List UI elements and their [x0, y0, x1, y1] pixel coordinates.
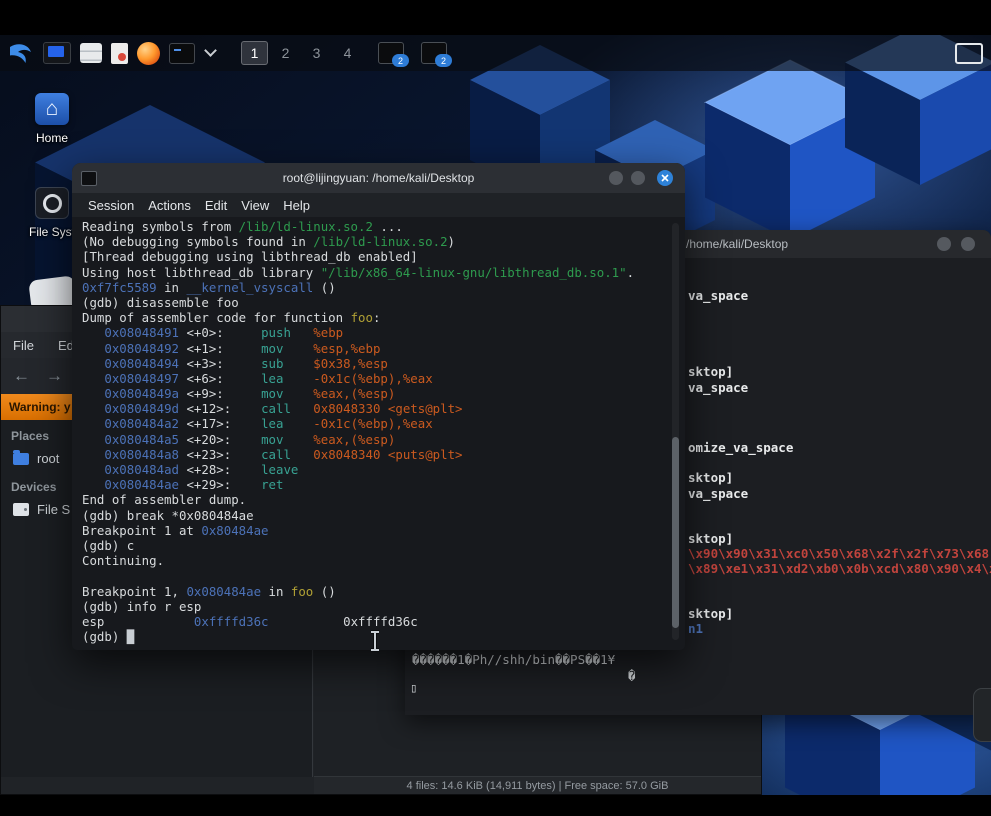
- terminal-line: 0x080484ae <+29>: ret: [104, 477, 284, 493]
- close-icon: [661, 174, 669, 182]
- window-count-badge: 2: [392, 54, 409, 67]
- terminal-line: 0xf7fc5589 in __kernel_vsyscall (): [82, 279, 336, 295]
- kali-menu-button[interactable]: [8, 40, 34, 66]
- terminal-line: Breakpoint 1 at 0x80484ae: [82, 522, 269, 538]
- forward-arrow-icon[interactable]: →: [46, 366, 63, 386]
- taskbar-terminal-group-2[interactable]: 2: [421, 42, 452, 67]
- terminal-line: (gdb) c: [82, 537, 135, 553]
- panel-hide-handle[interactable]: [973, 688, 991, 742]
- menu-edit[interactable]: Edit: [205, 198, 227, 213]
- terminal-app-icon: [81, 171, 97, 186]
- terminal-line: End of assembler dump.: [82, 492, 247, 508]
- show-desktop-icon[interactable]: [43, 42, 71, 64]
- file-system-icon: [35, 187, 69, 219]
- terminal-line: 0x08048492 <+1>: mov %esp,%ebp: [104, 340, 381, 356]
- maximize-button[interactable]: [631, 171, 645, 185]
- close-button[interactable]: [657, 170, 673, 186]
- terminal-line: (No debugging symbols found in /lib/ld-l…: [82, 234, 456, 250]
- taskbar-terminal-group-1[interactable]: 2: [378, 42, 409, 67]
- drive-icon: [13, 503, 29, 516]
- terminal-line: Dump of assembler code for function foo:: [82, 310, 381, 326]
- terminal-line: 0x08048494 <+3>: sub $0x38,%esp: [104, 355, 388, 371]
- minimize-button[interactable]: [609, 171, 623, 185]
- terminal-line: (gdb) info r esp: [82, 598, 202, 614]
- home-icon: ⌂: [35, 93, 69, 125]
- bottom-black-bar: [0, 795, 991, 816]
- scrollbar-thumb[interactable]: [672, 437, 679, 628]
- terminal-line: (gdb) break *0x080484ae: [82, 507, 254, 523]
- back-terminal-fragment: va_space: [688, 486, 749, 501]
- back-terminal-fragment: n1: [688, 621, 704, 636]
- terminal-line: esp 0xffffd36c 0xffffd36c: [82, 613, 418, 629]
- terminal-titlebar[interactable]: root@lijingyuan: /home/kali/Desktop: [72, 163, 685, 193]
- desktop: ⌂ Home File Syst File Edit ← → Warning: …: [0, 35, 991, 795]
- terminal-output[interactable]: Reading symbols from /lib/ld-linux.so.2 …: [82, 219, 669, 646]
- file-manager-statusbar: 4 files: 14.6 KiB (14,911 bytes) | Free …: [314, 776, 761, 794]
- back-terminal-fragment: sktop]: [688, 364, 734, 379]
- taskbar: 1234 2 2: [0, 35, 991, 71]
- kali-logo-icon: [10, 44, 31, 63]
- terminal-line: Reading symbols from /lib/ld-linux.so.2 …: [82, 219, 403, 234]
- terminal-line: (gdb) disassemble foo: [82, 294, 239, 310]
- desktop-icon-home[interactable]: ⌂ Home: [16, 93, 88, 145]
- terminal-window[interactable]: root@lijingyuan: /home/kali/Desktop Sess…: [72, 163, 685, 650]
- terminal-line: Continuing.: [82, 553, 165, 569]
- workspace-pager: 1234: [241, 41, 361, 65]
- top-black-bar: [0, 0, 991, 35]
- back-terminal-fragment: \x89\xe1\x31\xd2\xb0\x0b\xcd\x80\x90\x4\…: [688, 561, 991, 576]
- menu-help[interactable]: Help: [283, 198, 310, 213]
- desktop-icon-home-label: Home: [35, 131, 68, 145]
- terminal-title: root@lijingyuan: /home/kali/Desktop: [282, 171, 475, 185]
- back-arrow-icon[interactable]: ←: [13, 366, 30, 386]
- back-terminal-fragment: va_space: [688, 288, 749, 303]
- terminal-line: 0x080484a2 <+17>: lea -0x1c(%ebp),%eax: [104, 416, 433, 432]
- back-terminal-fragment: \x90\x90\x31\xc0\x50\x68\x2f\x2f\x73\x68: [688, 546, 990, 561]
- menu-session[interactable]: Session: [88, 198, 134, 213]
- workspace-3[interactable]: 3: [303, 41, 330, 65]
- terminal-line: 0x08048497 <+6>: lea -0x1c(%ebp),%eax: [104, 370, 433, 386]
- terminal-line: 0x080484ad <+28>: leave: [104, 462, 299, 477]
- screen: ⌂ Home File Syst File Edit ← → Warning: …: [0, 0, 991, 816]
- back-terminal-fragment: sktop]: [688, 531, 734, 546]
- text-editor-launcher-icon[interactable]: [111, 42, 128, 64]
- terminal-launcher-icon[interactable]: [169, 42, 195, 64]
- terminal-line: [Thread debugging using libthread_db ena…: [82, 249, 418, 265]
- terminal-line: Breakpoint 1, 0x080484ae in foo (): [82, 583, 336, 599]
- workspace-1[interactable]: 1: [241, 41, 268, 65]
- workspace-4[interactable]: 4: [334, 41, 361, 65]
- mouse-cursor-ibeam: [368, 630, 382, 657]
- terminal-line: 0x0804849a <+9>: mov %eax,(%esp): [104, 386, 396, 402]
- terminal-line: 0x0804849d <+12>: call 0x8048330 <gets@p…: [104, 401, 463, 417]
- terminal-menubar: Session Actions Edit View Help: [72, 193, 685, 217]
- sidebar-item-root-label: root: [37, 451, 60, 466]
- menu-file[interactable]: File: [13, 338, 34, 353]
- workspace-2[interactable]: 2: [272, 41, 299, 65]
- folder-icon: [13, 449, 29, 465]
- back-terminal-fragment: ▯: [410, 680, 418, 695]
- firefox-launcher-icon[interactable]: [137, 41, 160, 65]
- sidebar-item-file-system-label: File S: [37, 502, 71, 517]
- file-manager-launcher-icon[interactable]: [80, 43, 102, 63]
- back-terminal-fragment: ������1�Ph//shh/bin��PS��1¥: [412, 652, 616, 667]
- back-terminal-fragment: sktop]: [688, 470, 734, 485]
- terminal-line: 0x080484a8 <+23>: call 0x8048340 <puts@p…: [104, 446, 463, 462]
- menu-actions[interactable]: Actions: [148, 198, 191, 213]
- back-terminal-fragment: omize_va_space: [688, 440, 794, 455]
- terminal-line: 0x080484a5 <+20>: mov %eax,(%esp): [104, 431, 396, 447]
- window-count-badge: 2: [435, 54, 452, 67]
- back-terminal-fragment: sktop]: [688, 606, 734, 621]
- back-terminal-fragment: va_space: [688, 380, 749, 395]
- back-terminal-fragment: �: [628, 668, 636, 683]
- display-icon[interactable]: [955, 42, 983, 64]
- chevron-down-icon[interactable]: [204, 47, 216, 59]
- terminal-line: Using host libthread_db library "/lib/x8…: [82, 264, 635, 280]
- menu-view[interactable]: View: [241, 198, 269, 213]
- terminal-line: 0x08048491 <+0>: push %ebp: [104, 325, 344, 341]
